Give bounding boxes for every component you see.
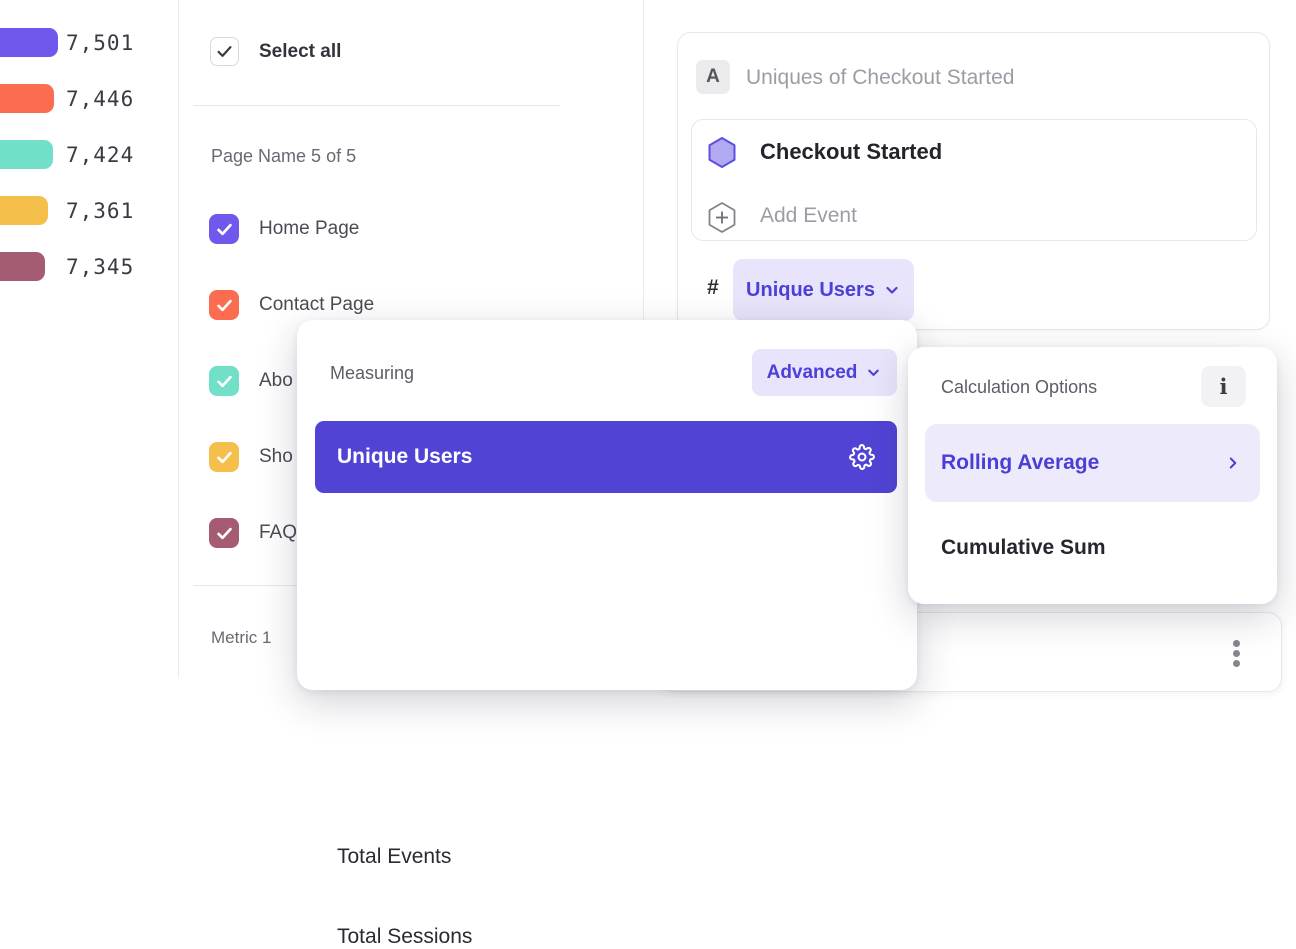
event-name[interactable]: Checkout Started (760, 139, 942, 165)
checkbox-contact-page[interactable] (209, 290, 239, 320)
menu-option-total-events[interactable]: Total Events (337, 845, 451, 869)
bar-value: 7,424 (66, 141, 134, 169)
measurement-chip[interactable]: Unique Users (733, 259, 914, 321)
menu-option-label: Unique Users (337, 445, 849, 469)
event-box: Checkout Started Add Event (691, 119, 1257, 241)
hash-symbol: # (707, 276, 719, 300)
list-item-label[interactable]: Sho (259, 446, 293, 468)
list-item-label[interactable]: Contact Page (259, 294, 374, 316)
bar-contact (0, 84, 54, 113)
measuring-menu-title: Measuring (330, 363, 414, 384)
calculation-menu-title: Calculation Options (941, 377, 1097, 398)
checkmark-icon (215, 524, 234, 543)
pane-divider-right (643, 0, 644, 326)
chevron-down-icon (865, 364, 882, 381)
add-event-hexagon-icon (708, 201, 736, 234)
chevron-down-icon (883, 281, 901, 299)
checkbox-shop-page[interactable] (209, 442, 239, 472)
bar-about (0, 140, 53, 169)
menu-option-unique-users[interactable]: Unique Users (315, 421, 897, 493)
select-all-checkbox[interactable] (210, 37, 239, 66)
checkbox-about-page[interactable] (209, 366, 239, 396)
list-item-label[interactable]: Abo (259, 370, 293, 392)
kebab-menu-icon[interactable] (1232, 640, 1240, 667)
bar-value: 7,446 (66, 85, 134, 113)
info-icon[interactable]: i (1201, 366, 1246, 407)
series-a-badge: A (696, 60, 730, 94)
measuring-menu: Measuring Advanced Unique Users Total Ev… (297, 320, 917, 690)
advanced-mode-dropdown[interactable]: Advanced (752, 349, 897, 396)
calculation-options-menu: Calculation Options i Rolling Average Cu… (908, 347, 1277, 604)
checkbox-faq-page[interactable] (209, 518, 239, 548)
list-item-label[interactable]: FAQ (259, 522, 297, 544)
list-divider (193, 105, 560, 106)
pane-divider-left (178, 0, 179, 678)
bar-faq (0, 252, 45, 281)
metric-title-input[interactable]: Uniques of Checkout Started (746, 66, 1015, 90)
list-header: Page Name 5 of 5 (211, 146, 356, 167)
list-item-label[interactable]: Home Page (259, 218, 359, 240)
add-event-button[interactable]: Add Event (760, 204, 857, 228)
calc-option-label: Rolling Average (941, 451, 1099, 475)
bar-value: 7,501 (66, 29, 134, 57)
menu-option-total-sessions[interactable]: Total Sessions (337, 925, 472, 949)
metric-card-a: A Uniques of Checkout Started Checkout S… (677, 32, 1270, 330)
checkmark-icon (215, 372, 234, 391)
bar-value: 7,345 (66, 253, 134, 281)
calc-option-cumulative-sum[interactable]: Cumulative Sum (941, 536, 1106, 560)
measurement-chip-label: Unique Users (746, 279, 875, 302)
bar-home (0, 28, 58, 57)
advanced-mode-label: Advanced (767, 362, 858, 384)
checkmark-icon (215, 42, 234, 61)
select-all-label: Select all (259, 41, 341, 63)
event-hexagon-icon (708, 136, 736, 169)
metric-footer-label: Metric 1 (211, 628, 271, 648)
checkmark-icon (215, 448, 234, 467)
checkbox-home-page[interactable] (209, 214, 239, 244)
bar-value: 7,361 (66, 197, 134, 225)
gear-icon[interactable] (849, 444, 875, 470)
checkmark-icon (215, 220, 234, 239)
bar-shop (0, 196, 48, 225)
chevron-right-icon (1224, 454, 1242, 472)
calc-option-rolling-average[interactable]: Rolling Average (925, 424, 1260, 502)
checkmark-icon (215, 296, 234, 315)
